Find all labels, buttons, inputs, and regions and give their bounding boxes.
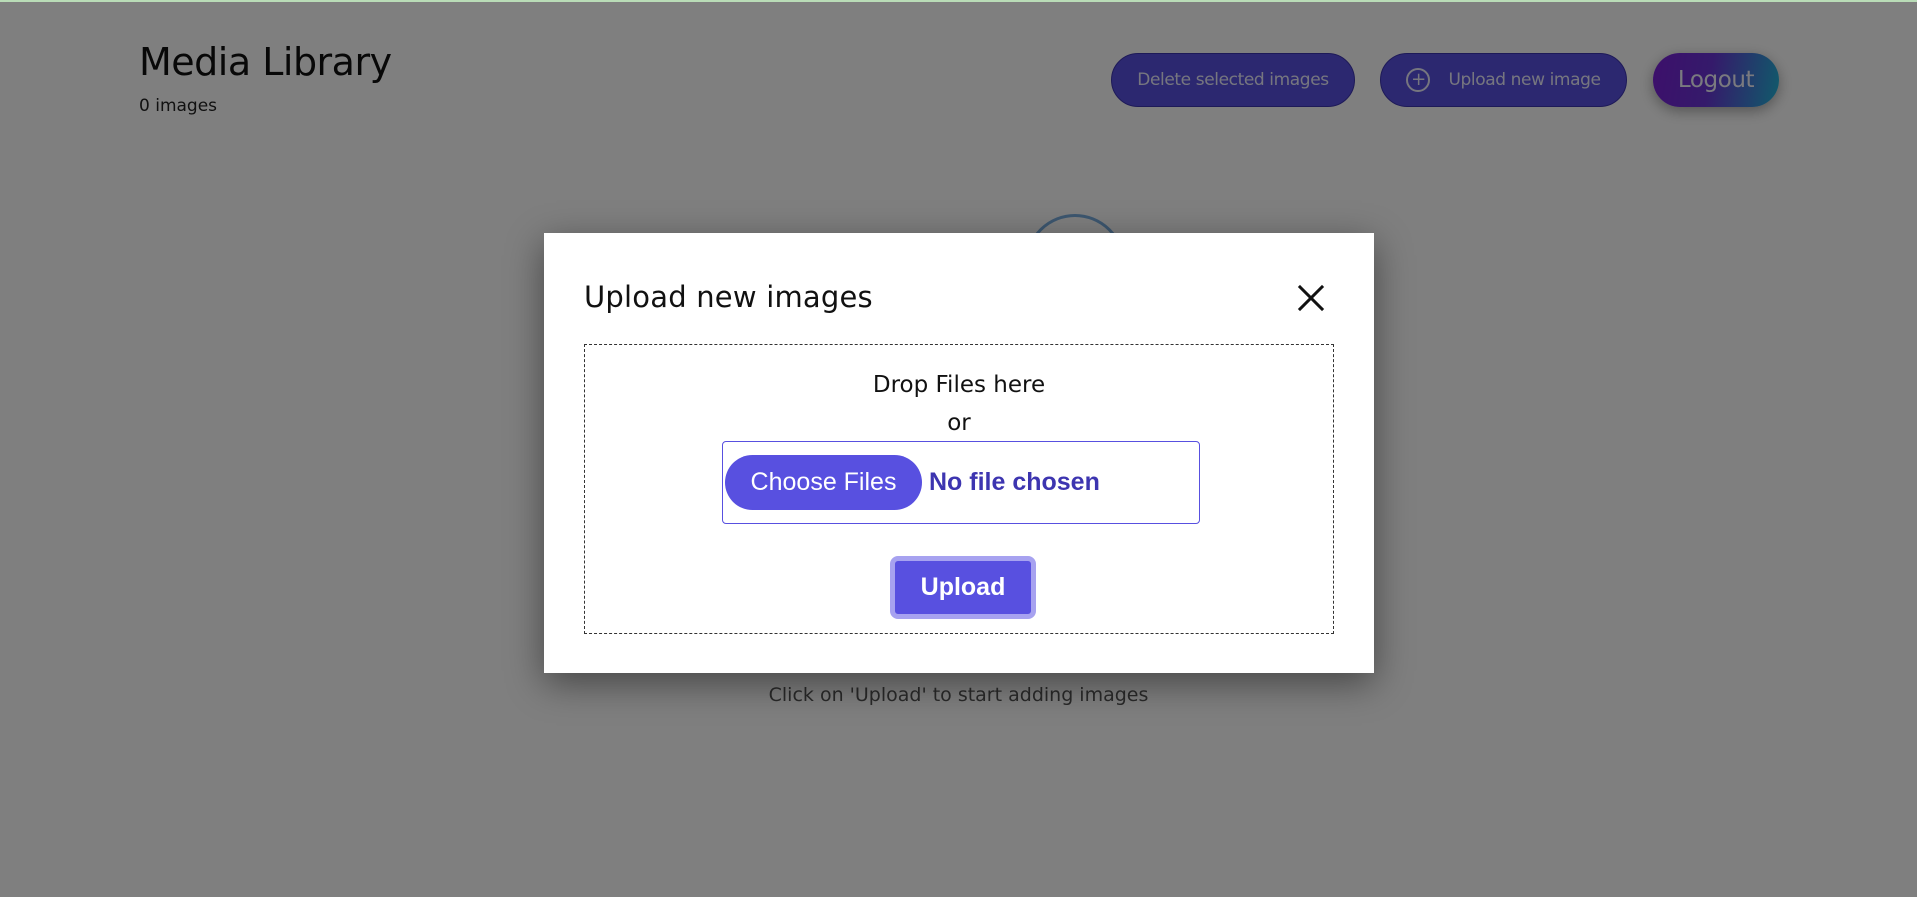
upload-modal: Upload new images Drop Files here or Cho… [544, 233, 1374, 673]
close-icon-glyph [1297, 284, 1325, 312]
choose-files-button[interactable]: Choose Files [725, 455, 922, 510]
modal-title: Upload new images [584, 280, 873, 314]
file-input[interactable]: Choose Files No file chosen [722, 441, 1200, 524]
file-dropzone[interactable]: Drop Files here or Choose Files No file … [584, 344, 1334, 634]
drop-files-text: Drop Files here [872, 372, 1046, 398]
or-text: or [947, 410, 971, 436]
file-status-text: No file chosen [929, 468, 1100, 496]
upload-button[interactable]: Upload [890, 556, 1036, 619]
close-icon[interactable] [1294, 281, 1328, 315]
